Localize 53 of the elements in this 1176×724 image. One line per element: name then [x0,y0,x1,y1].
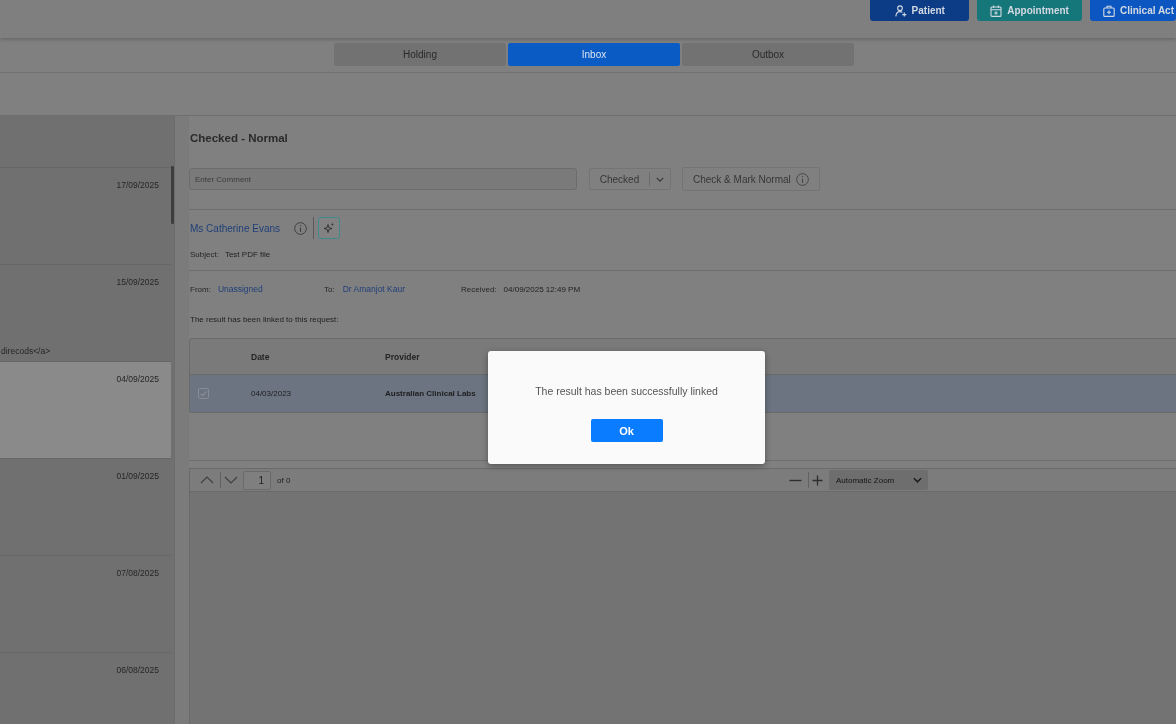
item-date: 07/08/2025 [116,568,159,579]
page-number-field[interactable]: 1 [243,470,271,490]
message-list-item[interactable]: 04/09/2025 [0,362,171,459]
ok-button[interactable]: Ok [590,419,663,442]
item-date: 04/09/2025 [116,374,159,385]
zoom-select[interactable]: Automatic Zoom [829,470,928,490]
person-plus-icon [894,4,907,17]
from-label: From: [190,284,211,295]
item-date: 06/08/2025 [116,665,159,676]
status-select[interactable]: Checked [589,168,671,190]
medical-bag-icon [1102,4,1115,17]
table-cell: Australian Clinical Labs [385,389,476,398]
to-label: To: [324,284,335,295]
sparkle-icon [323,222,336,234]
column-header: Date [251,351,270,362]
column-header: Provider [385,351,420,362]
item-date: 17/09/2025 [116,180,159,191]
check-mark-normal-button[interactable]: Check & Mark Normal [682,167,820,191]
item-date: 01/09/2025 [116,471,159,482]
sparkle-button[interactable] [318,217,341,239]
clinical-button[interactable]: Clinical Act [1089,0,1176,21]
patient-button[interactable]: Patient [870,0,970,21]
zoom-in-button[interactable] [812,474,823,486]
info-icon[interactable] [294,221,308,235]
subject-label: Subject: [190,249,219,260]
table-cell: 04/03/2023 [251,389,292,398]
status-title: Checked - Normal [189,131,288,145]
recipient-link[interactable]: Dr Amanjot Kaur [342,284,406,295]
checkbox[interactable] [198,388,209,399]
caret-icon [656,176,664,182]
page-count: of 0 [277,475,291,485]
previous-page-button[interactable] [200,476,214,484]
scrollbar-thumb[interactable] [171,166,174,224]
sender-link[interactable]: Unassigned [217,284,263,295]
chevron-down-icon [224,476,238,484]
next-page-button[interactable] [224,476,238,484]
plus-icon [812,474,823,486]
tab[interactable]: Holding [334,43,506,66]
info-icon [795,172,809,186]
tab[interactable]: Outbox [682,43,854,66]
calendar-icon [990,4,1003,17]
received-label: Received: [461,284,497,295]
tab[interactable]: Inbox [508,43,680,66]
received-date: 04/09/2025 12:49 PM [503,284,581,295]
item-date: 15/09/2025 [116,277,159,288]
linked-note: The result has been linked to this request: [189,314,339,325]
item-preview: direcods</a> [0,346,51,357]
dialog-message: The result has been successfully linked [535,384,718,398]
chevron-down-icon [913,477,922,483]
patient-name-link[interactable]: Ms Catherine Evans [189,222,281,234]
chevron-up-icon [200,476,214,484]
subject-text: Test PDF file [224,249,271,260]
appointment-button[interactable]: Appointment [977,0,1082,21]
